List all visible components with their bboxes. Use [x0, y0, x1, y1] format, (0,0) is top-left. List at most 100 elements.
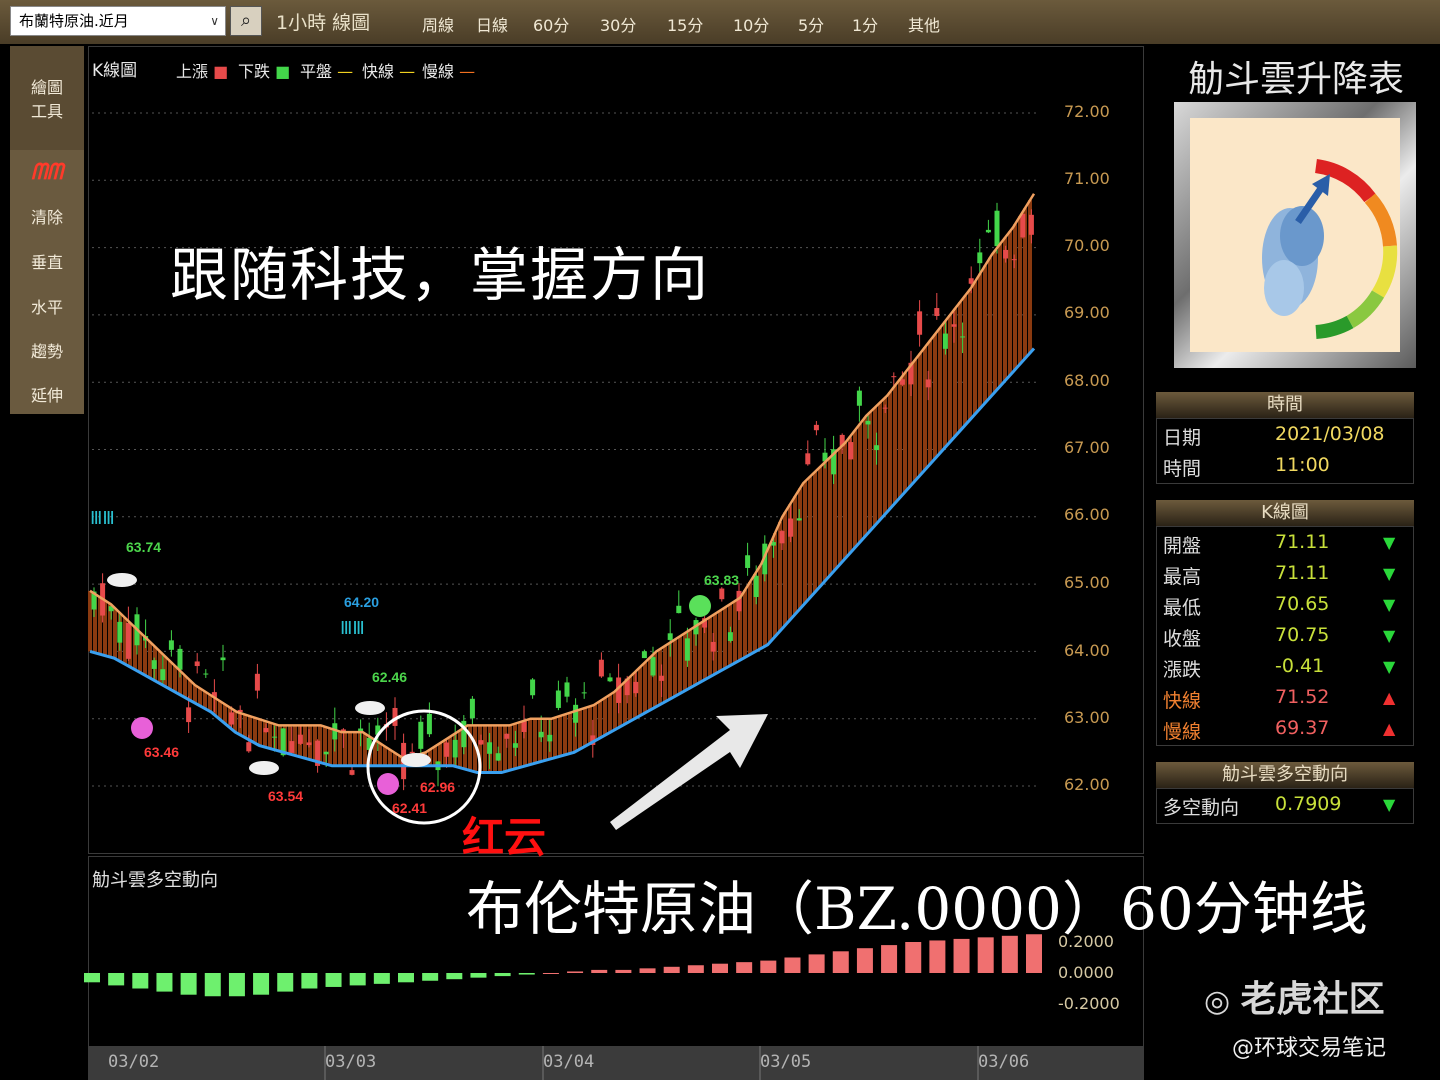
- legend-slow: 慢線 —: [422, 62, 476, 81]
- candle-body: [452, 739, 458, 758]
- close-label: 收盤: [1163, 628, 1202, 650]
- oscillator-bar: [494, 973, 511, 977]
- candle-body: [186, 707, 192, 723]
- down-arrow-icon: ▼: [1383, 657, 1396, 676]
- oscillator-bar: [204, 973, 221, 997]
- candle-body: [504, 733, 510, 739]
- candle-body: [607, 677, 613, 682]
- candle-body: [272, 736, 278, 738]
- candle-body: [977, 252, 983, 264]
- y-tick: 63.00: [1064, 708, 1110, 727]
- gauge-icon: [1262, 159, 1398, 339]
- annotation-value: 63.54: [268, 788, 304, 804]
- candle-body: [882, 407, 888, 409]
- oscillator-bar: [422, 973, 439, 981]
- cloud-gauge: [1174, 102, 1416, 368]
- oscillator-bar: [470, 973, 487, 978]
- down-arrow-icon: ▼: [1383, 533, 1396, 552]
- y-tick: 62.00: [1064, 775, 1110, 794]
- candle-body: [229, 712, 235, 725]
- fast-label: 快線: [1163, 690, 1202, 712]
- candle-body: [633, 681, 639, 694]
- candle-body: [246, 742, 252, 752]
- osc-y-tick: -0.2000: [1058, 994, 1120, 1013]
- y-tick: 67.00: [1064, 438, 1110, 457]
- legend-slow-label: 慢線: [422, 62, 455, 81]
- candle-body: [796, 518, 802, 521]
- candle-body: [736, 590, 742, 612]
- low-value: 70.65: [1275, 593, 1330, 615]
- candle-body: [942, 333, 948, 349]
- y-tick: 65.00: [1064, 573, 1110, 592]
- candle-body: [659, 675, 665, 681]
- legend-down-label: 下跌: [238, 62, 271, 81]
- candle-body: [710, 641, 716, 652]
- close-value: 70.75: [1275, 624, 1330, 646]
- down-arrow-icon: ▼: [1383, 595, 1396, 614]
- tiger-logo-icon: ◎: [1204, 984, 1241, 1019]
- y-tick: 72.00: [1064, 102, 1110, 121]
- trend-section-header: 觔斗雲多空動向: [1156, 762, 1414, 788]
- trend-label: 多空動向: [1163, 797, 1240, 819]
- trident-marker-icon: ⅢⅢ: [90, 508, 115, 529]
- candle-body: [160, 669, 166, 681]
- oscillator-bar: [156, 973, 173, 992]
- candle-body: [667, 633, 673, 640]
- oscillator-bar: [180, 973, 197, 995]
- candle-body: [960, 336, 966, 338]
- candle-body: [779, 531, 785, 544]
- oscillator-bar: [518, 973, 535, 975]
- low-label: 最低: [1163, 597, 1202, 619]
- time-section: 日期 2021/03/08 時間 11:00: [1156, 418, 1414, 484]
- pink-ball-icon: [377, 773, 399, 795]
- candle-body: [934, 308, 940, 316]
- down-arrow-icon: ▼: [1383, 795, 1396, 814]
- k-section: 開盤 71.11 ▼ 最高 71.11 ▼ 最低 70.65 ▼ 收盤 70.7…: [1156, 526, 1414, 746]
- candle-body: [874, 445, 880, 451]
- cloud-icon: [249, 761, 279, 775]
- oscillator-bar: [542, 973, 559, 974]
- candle-body: [719, 588, 725, 600]
- candle-body: [409, 751, 415, 754]
- oscillator-bar: [132, 973, 149, 989]
- subtitle-overlay: 布伦特原油（BZ.0000）60分钟线: [466, 875, 1368, 943]
- time-value: 11:00: [1275, 454, 1330, 476]
- oscillator-bar: [373, 973, 390, 984]
- candle-body: [306, 742, 312, 746]
- annotation-value: 62.96: [420, 779, 456, 795]
- trend-value: 0.7909: [1275, 793, 1342, 815]
- annotation-value: 63.83: [704, 572, 740, 588]
- legend-flat-label: 平盤: [300, 62, 333, 81]
- candle-body: [856, 390, 862, 406]
- oscillator-bar: [446, 973, 463, 980]
- cloud-icon: [107, 573, 137, 587]
- oscillator-bar: [567, 971, 584, 973]
- candle-body: [573, 704, 579, 723]
- candle-body: [220, 657, 226, 661]
- annotation-value: 63.74: [126, 539, 162, 555]
- candle-body: [349, 770, 355, 775]
- candle-body: [125, 622, 131, 659]
- open-value: 71.11: [1275, 531, 1330, 553]
- legend-fast-label: 快線: [362, 62, 395, 81]
- oscillator-bar: [663, 966, 680, 973]
- annotation-value: 63.46: [144, 744, 180, 760]
- date-label: 日期: [1163, 427, 1202, 449]
- candle-body: [865, 420, 871, 425]
- candle-body: [564, 682, 570, 697]
- candle-body: [530, 679, 536, 696]
- annotation-value: 64.20: [344, 594, 380, 610]
- kline-title: K線圖: [92, 61, 138, 81]
- oscillator-bar: [784, 957, 801, 973]
- candle-body: [994, 210, 1000, 247]
- oscillator-bar: [808, 954, 825, 973]
- slow-value: 69.37: [1275, 717, 1330, 739]
- trend-arrow-icon: [610, 714, 768, 830]
- trident-marker-icon: ⅢⅢ: [340, 618, 365, 639]
- oscillator-bar: [84, 973, 100, 983]
- candle-body: [177, 648, 183, 670]
- candle-body: [598, 659, 604, 677]
- x-tick: 03/03: [325, 1052, 377, 1072]
- tiger-community-logo: ◎ 老虎社区: [1204, 970, 1385, 1022]
- oscillator-bar: [760, 960, 777, 973]
